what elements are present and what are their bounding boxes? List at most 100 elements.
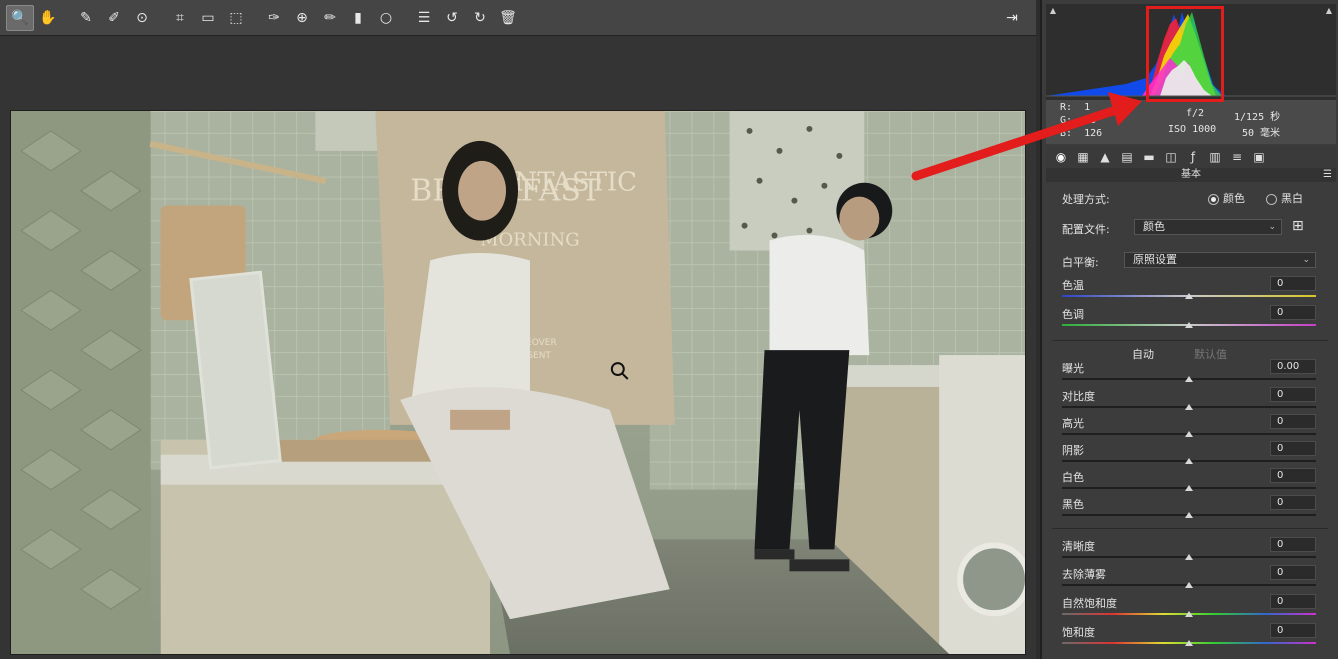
panel-title: 基本 — [1181, 169, 1201, 180]
saturation-thumb[interactable] — [1185, 640, 1193, 646]
treatment-bw-option[interactable]: 黑白 — [1266, 190, 1303, 206]
tint-slider[interactable]: 色调 0 — [1062, 305, 1316, 332]
radial-filter-tool-icon[interactable]: ○ — [372, 5, 400, 31]
spot-removal-tool-icon[interactable]: ✑ — [260, 5, 288, 31]
clarity-thumb[interactable] — [1185, 554, 1193, 560]
shadows-value-input[interactable]: 0 — [1270, 441, 1316, 456]
white-balance-label: 白平衡: — [1062, 256, 1099, 269]
camera-info: R: 1 G: 13 B: 126 f/2 1/125 秒 ISO 1000 5… — [1046, 100, 1336, 144]
radio-color-icon[interactable] — [1208, 193, 1219, 205]
hsl-tab-icon[interactable]: ▤ — [1118, 148, 1136, 166]
highlights-value-input[interactable]: 0 — [1270, 414, 1316, 429]
panel-menu-icon[interactable]: ☰ — [1323, 168, 1332, 182]
shadows-slider[interactable]: 阴影 0 — [1062, 441, 1316, 468]
histogram: ▲ ▲ — [1046, 4, 1336, 102]
highlight-clipping-icon[interactable]: ▲ — [1324, 6, 1334, 16]
straighten-tool-icon[interactable]: ▭ — [194, 5, 222, 31]
image-canvas[interactable]: FANTASTIC BREAKFAST MORNING MOREOVER PRE… — [0, 36, 1036, 659]
temp-slider[interactable]: 色温 0 — [1062, 276, 1316, 303]
tint-value-input[interactable]: 0 — [1270, 305, 1316, 320]
highlights-thumb[interactable] — [1185, 431, 1193, 437]
saturation-value-input[interactable]: 0 — [1270, 623, 1316, 638]
highlights-label: 高光 — [1062, 417, 1084, 430]
g-readout: G: 13 — [1060, 115, 1097, 126]
blacks-label: 黑色 — [1062, 498, 1084, 511]
tone-curve-tab-icon[interactable]: ▦ — [1074, 148, 1092, 166]
split-toning-tab-icon[interactable]: ▬ — [1140, 148, 1158, 166]
temp-thumb[interactable] — [1185, 293, 1193, 299]
saturation-label: 饱和度 — [1062, 626, 1095, 639]
contrast-label: 对比度 — [1062, 390, 1095, 403]
photo-preview[interactable]: FANTASTIC BREAKFAST MORNING MOREOVER PRE… — [10, 110, 1026, 655]
highlights-slider[interactable]: 高光 0 — [1062, 414, 1316, 441]
color-sampler-tool-icon[interactable]: ✐ — [100, 5, 128, 31]
snapshots-tab-icon[interactable]: ▣ — [1250, 148, 1268, 166]
zoom-tool-icon[interactable]: 🔍 — [6, 4, 34, 31]
rotate-left-icon[interactable]: ↺ — [438, 5, 466, 31]
temp-value-input[interactable]: 0 — [1270, 276, 1316, 291]
dehaze-thumb[interactable] — [1185, 582, 1193, 588]
detail-tab-icon[interactable]: ▲ — [1096, 148, 1114, 166]
toolbar: 🔍 ✋ ✎ ✐ ⊙ ⌗ ▭ ⬚ ✑ ⊕ ✏ ▮ ○ ☰ ↺ ↻ 🗑 ⇥ — [0, 0, 1036, 36]
contrast-value-input[interactable]: 0 — [1270, 387, 1316, 402]
blacks-thumb[interactable] — [1185, 512, 1193, 518]
exposure-label: 曝光 — [1062, 362, 1084, 375]
red-eye-tool-icon[interactable]: ⊕ — [288, 5, 316, 31]
auto-button[interactable]: 自动 — [1132, 346, 1154, 362]
effects-tab-icon[interactable]: ƒ — [1184, 148, 1202, 166]
focal-readout: 50 毫米 — [1242, 128, 1281, 139]
dehaze-value-input[interactable]: 0 — [1270, 565, 1316, 580]
shadows-label: 阴影 — [1062, 444, 1084, 457]
blacks-value-input[interactable]: 0 — [1270, 495, 1316, 510]
exposure-value-input[interactable]: 0.00 — [1270, 359, 1316, 374]
dehaze-slider[interactable]: 去除薄雾 0 — [1062, 565, 1316, 592]
whites-thumb[interactable] — [1185, 485, 1193, 491]
exposure-thumb[interactable] — [1185, 376, 1193, 382]
transform-tool-icon[interactable]: ⬚ — [222, 5, 250, 31]
default-button[interactable]: 默认值 — [1194, 346, 1227, 362]
whites-value-input[interactable]: 0 — [1270, 468, 1316, 483]
basic-tab-icon[interactable]: ◉ — [1052, 148, 1070, 166]
preferences-icon[interactable]: ☰ — [410, 5, 438, 31]
divider — [1052, 340, 1328, 341]
clarity-slider[interactable]: 清晰度 0 — [1062, 537, 1316, 564]
photo-illustration: FANTASTIC BREAKFAST MORNING MOREOVER PRE… — [11, 111, 1025, 654]
hand-tool-icon[interactable]: ✋ — [34, 5, 62, 31]
treatment-color-option[interactable]: 颜色 — [1208, 190, 1245, 206]
camera-raw-window: 🔍 ✋ ✎ ✐ ⊙ ⌗ ▭ ⬚ ✑ ⊕ ✏ ▮ ○ ☰ ↺ ↻ 🗑 ⇥ FANT… — [0, 0, 1338, 659]
contrast-thumb[interactable] — [1185, 404, 1193, 410]
panel-tabs: ◉ ▦ ▲ ▤ ▬ ◫ ƒ ▥ ≡ ▣ — [1046, 146, 1336, 168]
lens-tab-icon[interactable]: ◫ — [1162, 148, 1180, 166]
vibrance-slider[interactable]: 自然饱和度 0 — [1062, 594, 1316, 621]
radio-bw-icon[interactable] — [1266, 193, 1277, 205]
delete-icon[interactable]: 🗑 — [494, 5, 522, 31]
dehaze-label: 去除薄雾 — [1062, 568, 1106, 581]
tint-label: 色调 — [1062, 308, 1084, 321]
profile-browser-icon[interactable]: ⊞ — [1292, 218, 1304, 234]
calibration-tab-icon[interactable]: ▥ — [1206, 148, 1224, 166]
crop-tool-icon[interactable]: ⌗ — [166, 5, 194, 31]
rotate-right-icon[interactable]: ↻ — [466, 5, 494, 31]
vibrance-thumb[interactable] — [1185, 611, 1193, 617]
profile-select[interactable]: 颜色 ⌄ — [1134, 219, 1282, 235]
saturation-slider[interactable]: 饱和度 0 — [1062, 623, 1316, 650]
shadow-clipping-icon[interactable]: ▲ — [1048, 6, 1058, 16]
treatment-label: 处理方式: — [1062, 193, 1110, 206]
exposure-slider[interactable]: 曝光 0.00 — [1062, 359, 1316, 386]
vibrance-value-input[interactable]: 0 — [1270, 594, 1316, 609]
iso-readout: ISO 1000 — [1168, 124, 1217, 135]
graduated-filter-tool-icon[interactable]: ▮ — [344, 5, 372, 31]
blacks-slider[interactable]: 黑色 0 — [1062, 495, 1316, 522]
targeted-adjustment-tool-icon[interactable]: ⊙ — [128, 5, 156, 31]
white-balance-tool-icon[interactable]: ✎ — [72, 5, 100, 31]
exit-icon[interactable]: ⇥ — [998, 5, 1026, 31]
contrast-slider[interactable]: 对比度 0 — [1062, 387, 1316, 414]
presets-tab-icon[interactable]: ≡ — [1228, 148, 1246, 166]
whites-slider[interactable]: 白色 0 — [1062, 468, 1316, 495]
white-balance-select[interactable]: 原照设置 ⌄ — [1124, 252, 1316, 268]
adjustment-brush-tool-icon[interactable]: ✏ — [316, 5, 344, 31]
shadows-thumb[interactable] — [1185, 458, 1193, 464]
clarity-value-input[interactable]: 0 — [1270, 537, 1316, 552]
divider — [1052, 528, 1328, 529]
tint-thumb[interactable] — [1185, 322, 1193, 328]
